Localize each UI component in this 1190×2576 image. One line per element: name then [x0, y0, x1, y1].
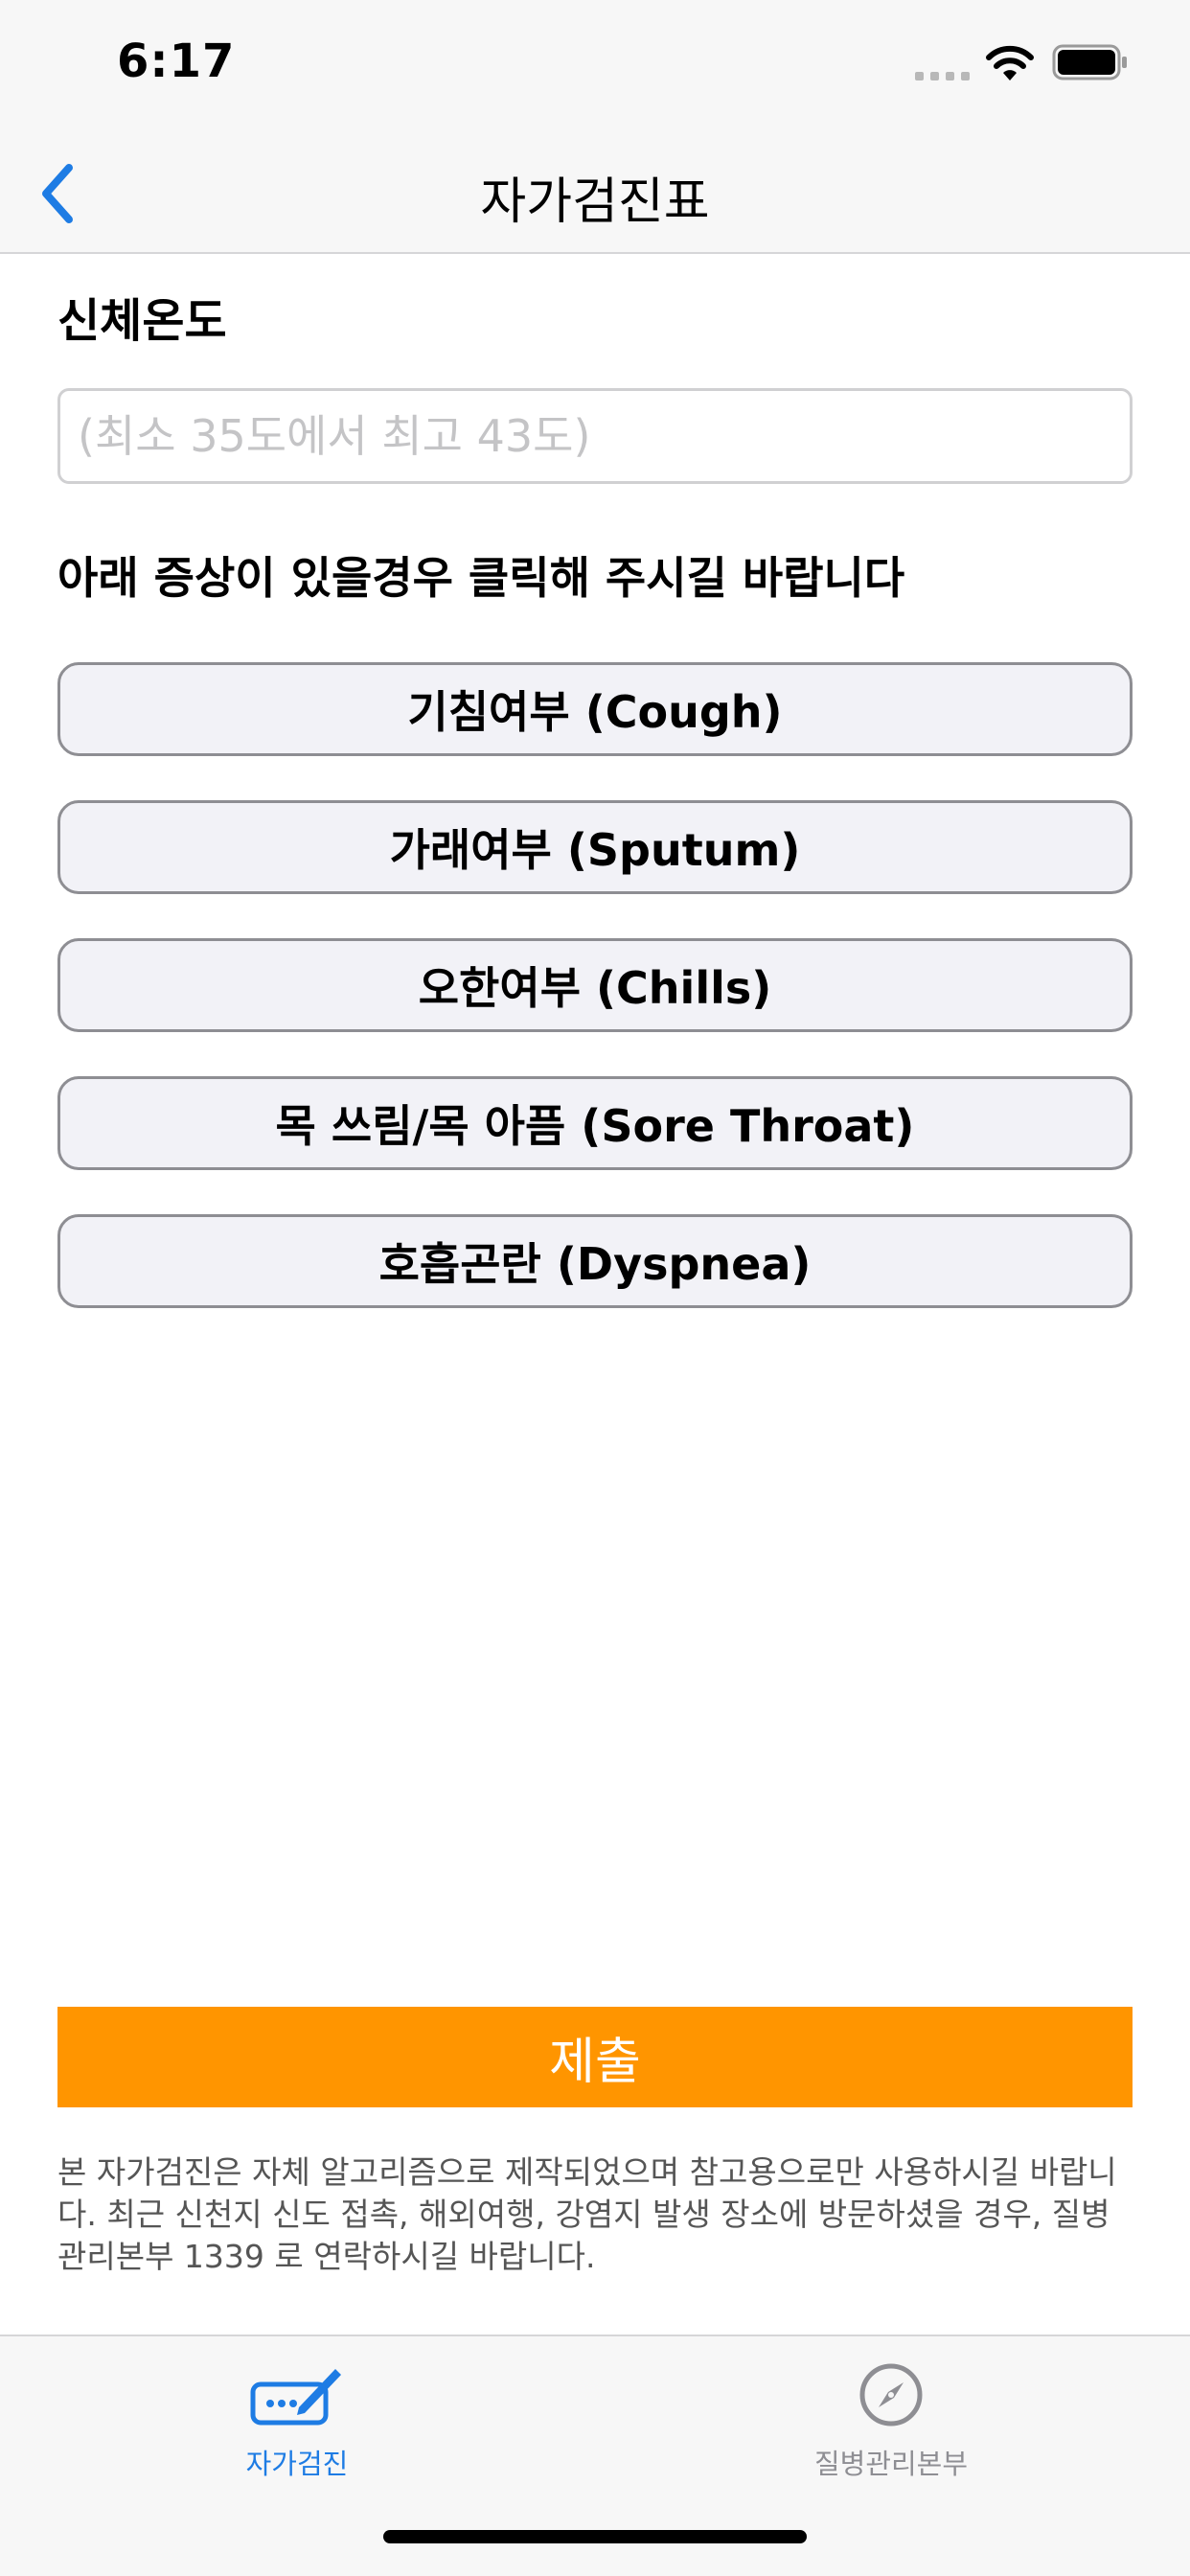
tab-kdca[interactable]: 질병관리본부	[747, 2359, 1035, 2482]
symptom-instruction: 아래 증상이 있을경우 클릭해 주시길 바랍니다	[57, 552, 905, 604]
compass-icon	[859, 2363, 923, 2426]
temperature-input[interactable]	[57, 388, 1133, 484]
disclaimer-text: 본 자가검진은 자체 알고리즘으로 제작되었으며 참고용으로만 사용하시길 바랍…	[57, 2153, 1117, 2275]
home-indicator	[383, 2530, 807, 2543]
tab-label: 질병관리본부	[813, 2448, 969, 2480]
battery-icon	[1052, 44, 1127, 80]
edit-form-icon	[250, 2369, 341, 2426]
symptom-button-cough[interactable]: 기침여부 (Cough)	[57, 662, 1133, 756]
signal-icon	[915, 67, 971, 80]
tab-self-check[interactable]: 자가검진	[153, 2359, 441, 2482]
symptom-button-dyspnea[interactable]: 호흡곤란 (Dyspnea)	[57, 1214, 1133, 1308]
symptom-button-sputum[interactable]: 가래여부 (Sputum)	[57, 800, 1133, 894]
wifi-icon	[986, 45, 1034, 80]
symptom-button-chills[interactable]: 오한여부 (Chills)	[57, 938, 1133, 1032]
page-title: 자가검진표	[480, 173, 710, 231]
tab-label: 자가검진	[245, 2448, 349, 2480]
temperature-label: 신체온도	[57, 294, 227, 348]
status-time: 6:17	[117, 34, 236, 88]
navigation-bar: 자가검진표	[0, 134, 1190, 254]
symptom-button-sore-throat[interactable]: 목 쓰림/목 아픔 (Sore Throat)	[57, 1076, 1133, 1170]
submit-button[interactable]: 제출	[57, 2007, 1133, 2107]
status-bar: 6:17	[0, 0, 1190, 134]
